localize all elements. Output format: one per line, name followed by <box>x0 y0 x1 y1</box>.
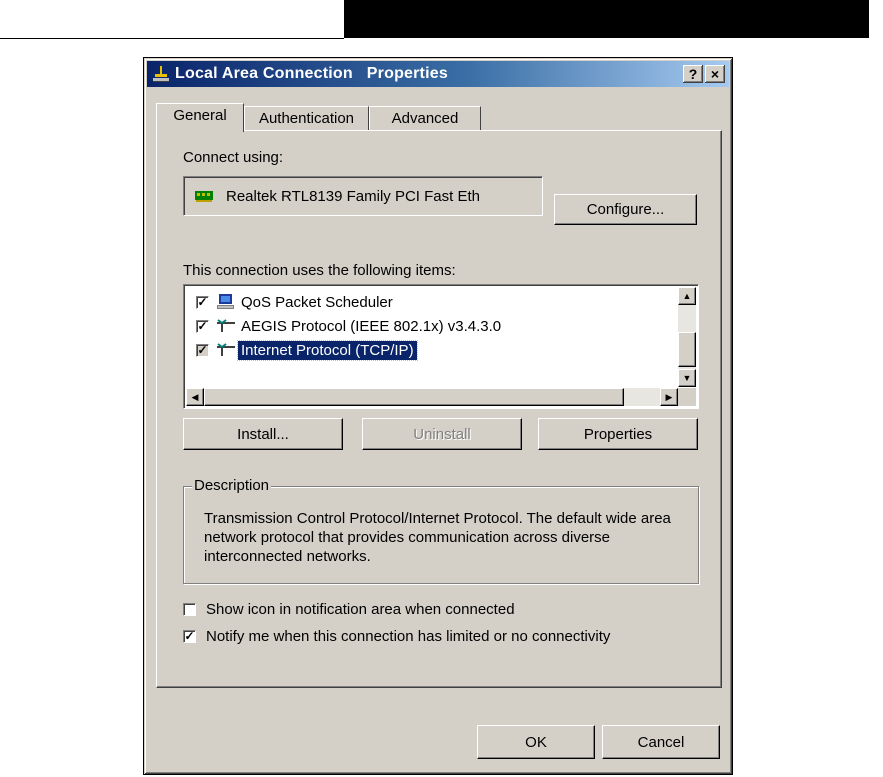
list-item[interactable]: ✓ Internet Protocol (TCP/IP) <box>196 339 418 361</box>
tab-general[interactable]: General <box>156 103 244 132</box>
show-icon-label: Show icon in notification area when conn… <box>206 601 515 618</box>
adapter-field: Realtek RTL8139 Family PCI Fast Eth <box>183 176 543 216</box>
help-button[interactable]: ? <box>683 65 703 83</box>
item-label: QoS Packet Scheduler <box>241 293 393 311</box>
general-tab-panel: Connect using: Realtek RTL8139 Family PC… <box>156 130 722 688</box>
description-legend: Description <box>192 477 272 494</box>
description-group: Description Transmission Control Protoco… <box>183 477 699 584</box>
install-button[interactable]: Install... <box>183 418 343 450</box>
vertical-scrollbar[interactable]: ▲ ▼ <box>678 287 696 387</box>
tab-advanced[interactable]: Advanced <box>369 106 481 130</box>
scroll-up-icon[interactable]: ▲ <box>678 287 696 305</box>
show-icon-checkbox[interactable] <box>183 603 196 616</box>
network-protocol-icon <box>217 343 235 356</box>
scroll-left-icon[interactable]: ◀ <box>186 388 204 406</box>
network-protocol-icon <box>217 319 235 332</box>
components-list[interactable]: ✓ QoS Packet Scheduler ✓ AEGIS Protocol … <box>183 284 699 409</box>
properties-button[interactable]: Properties <box>538 418 698 450</box>
adapter-name: Realtek RTL8139 Family PCI Fast Eth <box>226 187 480 205</box>
item-checkbox[interactable]: ✓ <box>196 319 209 333</box>
item-checkbox[interactable]: ✓ <box>196 343 209 357</box>
ok-button[interactable]: OK <box>477 725 595 759</box>
cancel-button[interactable]: Cancel <box>602 725 720 759</box>
properties-dialog: Local Area Connection Properties ? × Gen… <box>143 57 733 775</box>
tab-authentication[interactable]: Authentication <box>244 106 369 130</box>
scrollbar-corner <box>678 388 696 406</box>
show-icon-option[interactable]: Show icon in notification area when conn… <box>183 601 515 618</box>
horizontal-scroll-thumb[interactable] <box>204 388 624 406</box>
window-title: Local Area Connection Properties <box>175 65 448 82</box>
horizontal-scrollbar[interactable]: ◀ ▶ <box>186 388 678 406</box>
notify-checkbox[interactable]: ✓ <box>183 630 196 643</box>
network-card-icon <box>195 191 213 202</box>
list-item[interactable]: ✓ QoS Packet Scheduler <box>196 291 396 313</box>
item-label: AEGIS Protocol (IEEE 802.1x) v3.4.3.0 <box>241 317 502 335</box>
notify-option[interactable]: ✓ Notify me when this connection has lim… <box>183 628 610 645</box>
header-black-bar <box>344 0 869 38</box>
description-text: Transmission Control Protocol/Internet P… <box>204 510 671 565</box>
uninstall-button[interactable]: Uninstall <box>362 418 522 450</box>
vertical-scroll-thumb[interactable] <box>678 332 696 367</box>
connect-using-label: Connect using: <box>183 149 284 166</box>
item-label-selected: Internet Protocol (TCP/IP) <box>237 339 418 361</box>
close-button[interactable]: × <box>705 65 725 83</box>
top-rule <box>0 38 344 39</box>
notify-label: Notify me when this connection has limit… <box>206 628 611 645</box>
items-label: This connection uses the following items… <box>183 262 456 279</box>
item-checkbox[interactable]: ✓ <box>196 295 209 309</box>
scroll-right-icon[interactable]: ▶ <box>660 388 678 406</box>
title-bar[interactable]: Local Area Connection Properties ? × <box>147 61 729 87</box>
list-item[interactable]: ✓ AEGIS Protocol (IEEE 802.1x) v3.4.3.0 <box>196 315 504 337</box>
network-connection-icon <box>153 66 169 82</box>
configure-button[interactable]: Configure... <box>554 194 697 225</box>
qos-scheduler-icon <box>217 294 234 309</box>
scroll-down-icon[interactable]: ▼ <box>678 369 696 387</box>
